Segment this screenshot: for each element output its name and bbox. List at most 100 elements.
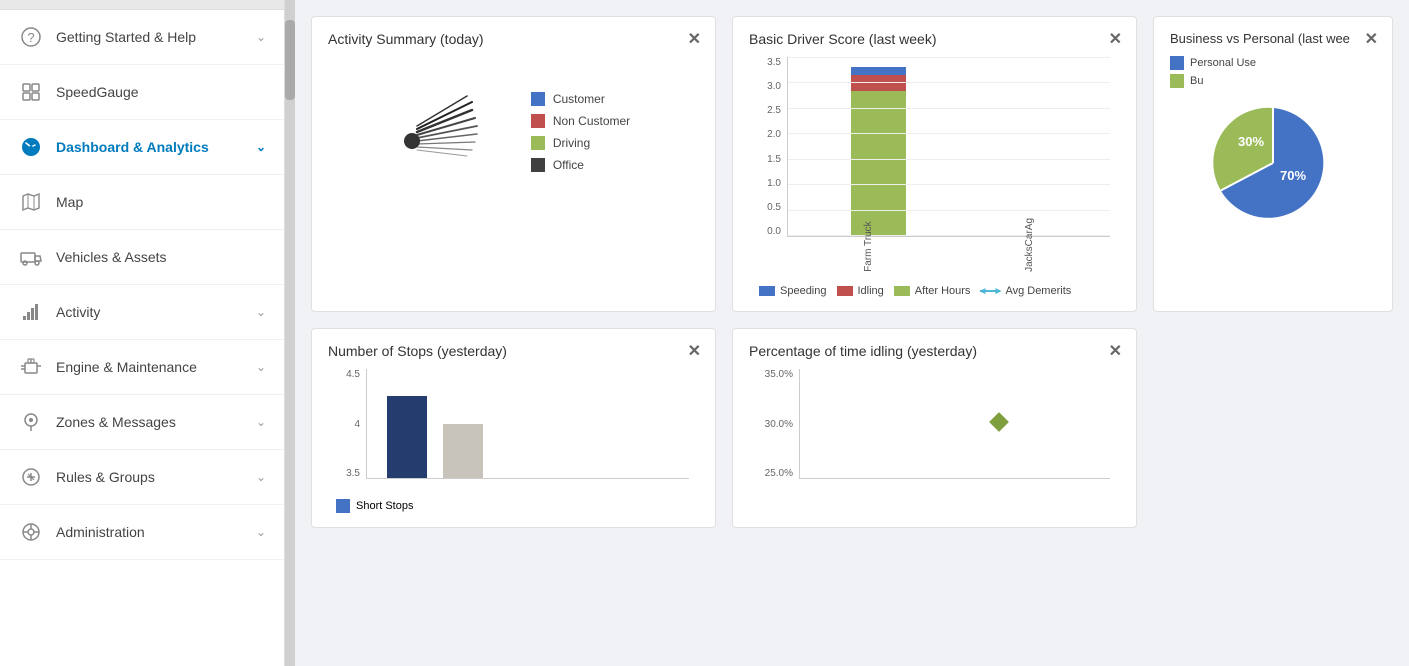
legend-label: Office [553,158,584,172]
sidebar-top-bar [0,0,284,10]
number-of-stops-widget: Number of Stops (yesterday) ✕ 4.5 4 3.5 [311,328,716,528]
bar-after-hours [851,91,906,236]
legend-color-non-customer [531,114,545,128]
legend-color-idling [837,286,853,296]
svg-text:?: ? [27,30,34,45]
svg-text:30%: 30% [1238,134,1264,149]
legend-color-driving [531,136,545,150]
svg-text:70%: 70% [1280,168,1306,183]
y-axis-labels: 3.5 3.0 2.5 2.0 1.5 1.0 0.5 0.0 [749,57,785,237]
widget-title: Activity Summary (today) [328,31,699,47]
sidebar-item-label: Vehicles & Assets [56,249,167,265]
legend-item-office: Office [531,158,630,172]
sidebar-item-zones-messages[interactable]: Zones & Messages ⌄ [0,395,284,450]
empty-slot [1153,328,1393,528]
widget-title: Basic Driver Score (last week) [749,31,1120,47]
sidebar-item-administration[interactable]: Administration ⌄ [0,505,284,560]
idling-data-point [989,412,1009,432]
sidebar-item-label: Rules & Groups [56,469,155,485]
widget-title: Number of Stops (yesterday) [328,343,699,359]
widget-row-2: Number of Stops (yesterday) ✕ 4.5 4 3.5 [311,328,1393,528]
sidebar-item-getting-started[interactable]: ? Getting Started & Help ⌄ [0,10,284,65]
legend-item-non-customer: Non Customer [531,114,630,128]
question-icon: ? [18,24,44,50]
chevron-icon: ⌄ [256,415,266,429]
rules-icon [18,464,44,490]
scrollbar-track[interactable] [285,0,295,666]
legend-color-office [531,158,545,172]
activity-summary-content: Customer Non Customer Driving Office [328,57,699,207]
business-personal-widget: Business vs Personal (last wee ✕ Persona… [1153,16,1393,312]
widget-close-button[interactable]: ✕ [1365,29,1378,49]
widget-close-button[interactable]: ✕ [688,29,701,49]
legend-item-customer: Customer [531,92,630,106]
legend-idling: Idling [837,285,884,297]
main-content: Activity Summary (today) ✕ [295,0,1409,666]
sidebar-item-dashboard-analytics[interactable]: Dashboard & Analytics ⌄ [0,120,284,175]
bar-chart-area: Farm Truck JacksCarAg [787,57,1110,237]
x-axis-labels: Farm Truck JacksCarAg [788,218,1110,272]
legend-label: Non Customer [553,114,630,128]
sidebar-item-rules-groups[interactable]: Rules & Groups ⌄ [0,450,284,505]
legend-speeding: Speeding [759,285,827,297]
basic-driver-score-widget: Basic Driver Score (last week) ✕ 3.5 3.0… [732,16,1137,312]
bar-gray [443,424,483,479]
chevron-icon: ⌄ [256,140,266,154]
sidebar-item-map[interactable]: Map [0,175,284,230]
puzzle-icon [18,79,44,105]
widget-close-button[interactable]: ✕ [1109,29,1122,49]
bar-dark-blue [387,396,427,478]
engine-icon [18,354,44,380]
activity-summary-widget: Activity Summary (today) ✕ [311,16,716,312]
chevron-icon: ⌄ [256,360,266,374]
activity-icon [18,299,44,325]
sidebar-item-engine-maintenance[interactable]: Engine & Maintenance ⌄ [0,340,284,395]
pie-chart: 30% 70% [1170,98,1376,228]
y-axis-labels: 35.0% 30.0% 25.0% [749,369,797,479]
legend-item-driving: Driving [531,136,630,150]
idling-chart-area [799,369,1110,479]
legend-color-business [1170,74,1184,88]
legend-color-personal [1170,56,1184,70]
driver-score-chart: 3.5 3.0 2.5 2.0 1.5 1.0 0.5 0.0 [749,57,1120,277]
activity-chart [397,77,507,187]
sidebar-item-label: Getting Started & Help [56,29,196,45]
sidebar-item-label: Map [56,194,83,210]
dashboard-icon [18,134,44,160]
sidebar-item-label: Activity [56,304,100,320]
stops-legend: Short Stops [328,499,699,513]
widget-close-button[interactable]: ✕ [1109,341,1122,361]
chevron-icon: ⌄ [256,470,266,484]
pie-legend: Personal Use Bu [1170,56,1376,88]
map-icon [18,189,44,215]
sidebar-item-label: SpeedGauge [56,84,139,100]
bar-farm-truck [808,67,949,236]
widget-title: Percentage of time idling (yesterday) [749,343,1120,359]
activity-legend: Customer Non Customer Driving Office [531,92,630,172]
scrollbar-thumb[interactable] [285,20,295,100]
sidebar-item-speedgauge[interactable]: SpeedGauge [0,65,284,120]
legend-color-speeding [759,286,775,296]
legend-business: Bu [1170,74,1376,88]
legend-line-avg: ◄ ► [980,290,1000,292]
sidebar-item-label: Administration [56,524,145,540]
stops-chart: 4.5 4 3.5 [328,369,699,499]
sidebar-item-activity[interactable]: Activity ⌄ [0,285,284,340]
sidebar-item-label: Dashboard & Analytics [56,139,209,155]
legend-color-short-stops [336,499,350,513]
widget-close-button[interactable]: ✕ [688,341,701,361]
bar-idling [851,75,906,91]
stops-chart-area [366,369,689,479]
widget-title: Business vs Personal (last wee [1170,31,1376,46]
legend-label: Customer [553,92,605,106]
widget-row-1: Activity Summary (today) ✕ [311,16,1393,312]
admin-icon [18,519,44,545]
sidebar-item-label: Zones & Messages [56,414,176,430]
zones-icon [18,409,44,435]
y-axis-labels: 4.5 4 3.5 [328,369,364,479]
truck-icon [18,244,44,270]
legend-personal-use: Personal Use [1170,56,1376,70]
legend-label: Driving [553,136,590,150]
sidebar-item-vehicles-assets[interactable]: Vehicles & Assets [0,230,284,285]
chevron-icon: ⌄ [256,305,266,319]
